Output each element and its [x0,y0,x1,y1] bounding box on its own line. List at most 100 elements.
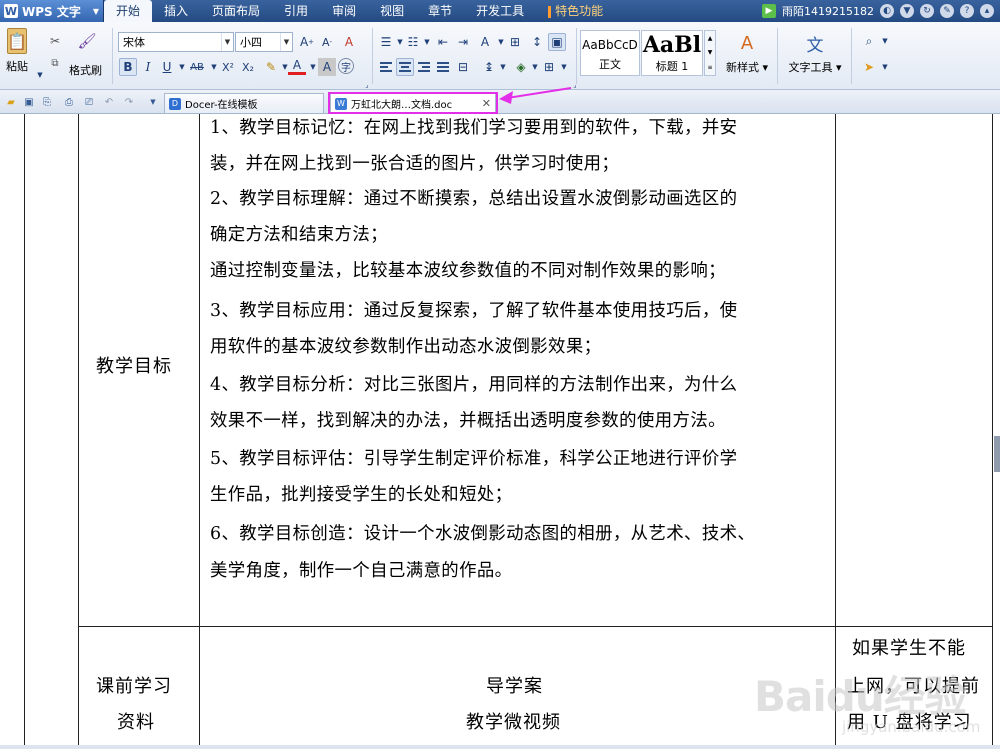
format-painter-button[interactable]: 格式刷 [69,60,102,80]
align-right-icon[interactable] [415,58,433,76]
more-styles-icon[interactable]: ≡ [707,64,712,71]
table-border [78,114,79,749]
tab-special-label: 特色功能 [555,4,604,18]
grow-font-icon[interactable]: A + [298,33,316,51]
text-tools-icon: 文 [806,35,824,56]
chevron-down-icon[interactable]: ▼ [708,49,713,56]
show-marks-icon[interactable]: ▣ [548,33,566,51]
style-normal[interactable]: AaBbCcD 正文 [580,30,640,76]
goals-label: 教学目标 [96,356,172,377]
note-line-2: 上网，可以提前 [847,676,980,697]
tab-references[interactable]: 引用 [272,0,320,22]
distribute-icon[interactable]: ⊟ [454,58,472,76]
tab-review[interactable]: 审阅 [320,0,368,22]
tab-special-features[interactable]: 特色功能 [536,0,615,22]
tab-insert[interactable]: 插入 [152,0,200,22]
align-left-icon[interactable] [377,58,395,76]
new-style-icon: A [740,32,754,54]
prestudy-content-line-1: 导学案 [486,676,543,697]
table-border [992,114,993,749]
format-painter-icon[interactable]: 🖌 [77,32,96,50]
prestudy-label-line-2: 资料 [117,712,155,733]
minimize-ribbon-icon[interactable]: ▴ [980,4,994,18]
new-style-button[interactable]: A 新样式 ▾ [722,30,772,75]
italic-button[interactable]: I [139,58,157,76]
clear-format-icon[interactable]: A [340,33,358,51]
tab-chapter[interactable]: 章节 [416,0,464,22]
enclose-char-icon[interactable]: 字 [338,58,354,74]
open-icon[interactable]: ▰ [4,95,18,109]
app-name: WPS 文字 [22,4,81,19]
justify-icon[interactable] [434,58,452,76]
align-center-icon[interactable] [396,58,414,76]
help-icon[interactable]: ? [960,4,974,18]
menubar-right: ▶ 雨陌1419215182 ◐ ▼ ↻ ✎ ? ▴ [762,3,1000,19]
style-gallery-scroll[interactable]: ▲ ▼ ≡ [704,30,716,76]
save-icon[interactable]: ▣ [22,95,36,109]
subscript-button[interactable]: X₂ [239,58,257,76]
chevron-down-icon: ▼ [280,33,292,51]
print-icon[interactable]: ⎙ [62,95,76,109]
chevron-down-icon: ▼ [92,6,99,16]
undo-icon[interactable]: ↶ [102,95,116,109]
gift-icon [548,5,552,18]
customize-toolbar-icon[interactable]: ▼ [146,95,160,109]
user-avatar-icon[interactable]: ▶ [762,4,776,18]
save-as-icon[interactable]: ⎘ [40,95,54,109]
char-shading-button[interactable]: A [318,58,336,76]
tab-view[interactable]: 视图 [368,0,416,22]
goal-line: 4、教学目标分析：对比三张图片，用同样的方法制作出来，为什么 [210,375,738,395]
bold-button[interactable]: B [119,58,137,76]
superscript-button[interactable]: X² [219,58,237,76]
tab-label: Docer-在线模板 [185,100,258,111]
wps-logo-icon: W [4,4,18,18]
style-heading-label: 标题 1 [655,60,689,73]
annotation-arrow [499,87,572,104]
goal-line: 生作品，批判接受学生的长处和短处； [210,485,513,505]
tab-page-layout[interactable]: 页面布局 [200,0,272,22]
style-heading-preview: AaBl [642,32,702,58]
goal-line: 确定方法和结束方法； [210,225,388,245]
document-page[interactable]: 教学目标 1、教学目标记忆：在网上找到我们学习要用到的软件，下载，并安 装，并在网… [0,114,1000,749]
increase-indent-icon[interactable]: ⇥ [454,33,472,51]
font-name-select[interactable]: 宋体 ▼ [118,32,234,52]
chevron-up-icon[interactable]: ▲ [708,35,713,42]
decrease-indent-icon[interactable]: ⇤ [434,33,452,51]
goal-line: 1、教学目标记忆：在网上找到我们学习要用到的软件，下载，并安 [210,118,738,138]
note-line-1: 如果学生不能 [852,638,966,659]
user-name[interactable]: 雨陌1419215182 [782,3,874,19]
app-menu-button[interactable]: W WPS 文字 ▼ [0,0,104,22]
chevron-down-icon[interactable]: ▼ [555,58,573,76]
table-icon[interactable]: ⊞ [506,33,524,51]
goal-line: 美学角度，制作一个自己满意的作品。 [210,561,513,581]
copy-icon[interactable]: ⧉ [46,54,64,72]
tab-home[interactable]: 开始 [104,0,153,22]
style-normal-label: 正文 [599,58,621,71]
docer-icon: D [169,97,181,110]
tab-developer[interactable]: 开发工具 [464,0,536,22]
settings-icon[interactable]: ✎ [940,4,954,18]
shrink-font-icon[interactable]: A- [318,33,336,51]
prestudy-label-line-1: 课前学习 [96,676,172,697]
text-tools-button[interactable]: 文 文字工具 ▾ [784,30,846,75]
sort-icon[interactable]: ↕ [528,33,546,51]
sync-icon[interactable]: ↻ [920,4,934,18]
skin-icon[interactable]: ◐ [880,4,894,18]
redo-icon[interactable]: ↷ [122,95,136,109]
font-size-select[interactable]: 小四 ▼ [235,32,293,52]
goal-line: 2、教学目标理解：通过不断摸索，总结出设置水波倒影动画选区的 [210,189,738,209]
ribbon: 📋 粘贴 ▼ ✂ ⧉ 🖌 格式刷 宋体 ▼ 小四 ▼ A + A- A B I U… [0,22,1000,90]
chevron-down-icon[interactable]: ▼ [876,58,894,76]
font-name-value: 宋体 [123,36,145,49]
feedback-icon[interactable]: ▼ [900,4,914,18]
paste-button[interactable]: 📋 粘贴 [6,28,28,74]
chevron-down-icon[interactable]: ▼ [876,32,894,50]
cut-icon[interactable]: ✂ [46,32,64,50]
style-heading-1[interactable]: AaBl 标题 1 [641,30,703,76]
tab-docer-templates[interactable]: D Docer-在线模板 [164,93,324,113]
status-bar-edge [0,745,1000,749]
print-preview-icon[interactable]: ⎚ [82,95,96,109]
scrollbar-handle[interactable] [994,436,1000,472]
chevron-down-icon[interactable]: ▼ [494,58,512,76]
table-row-divider [78,626,993,627]
